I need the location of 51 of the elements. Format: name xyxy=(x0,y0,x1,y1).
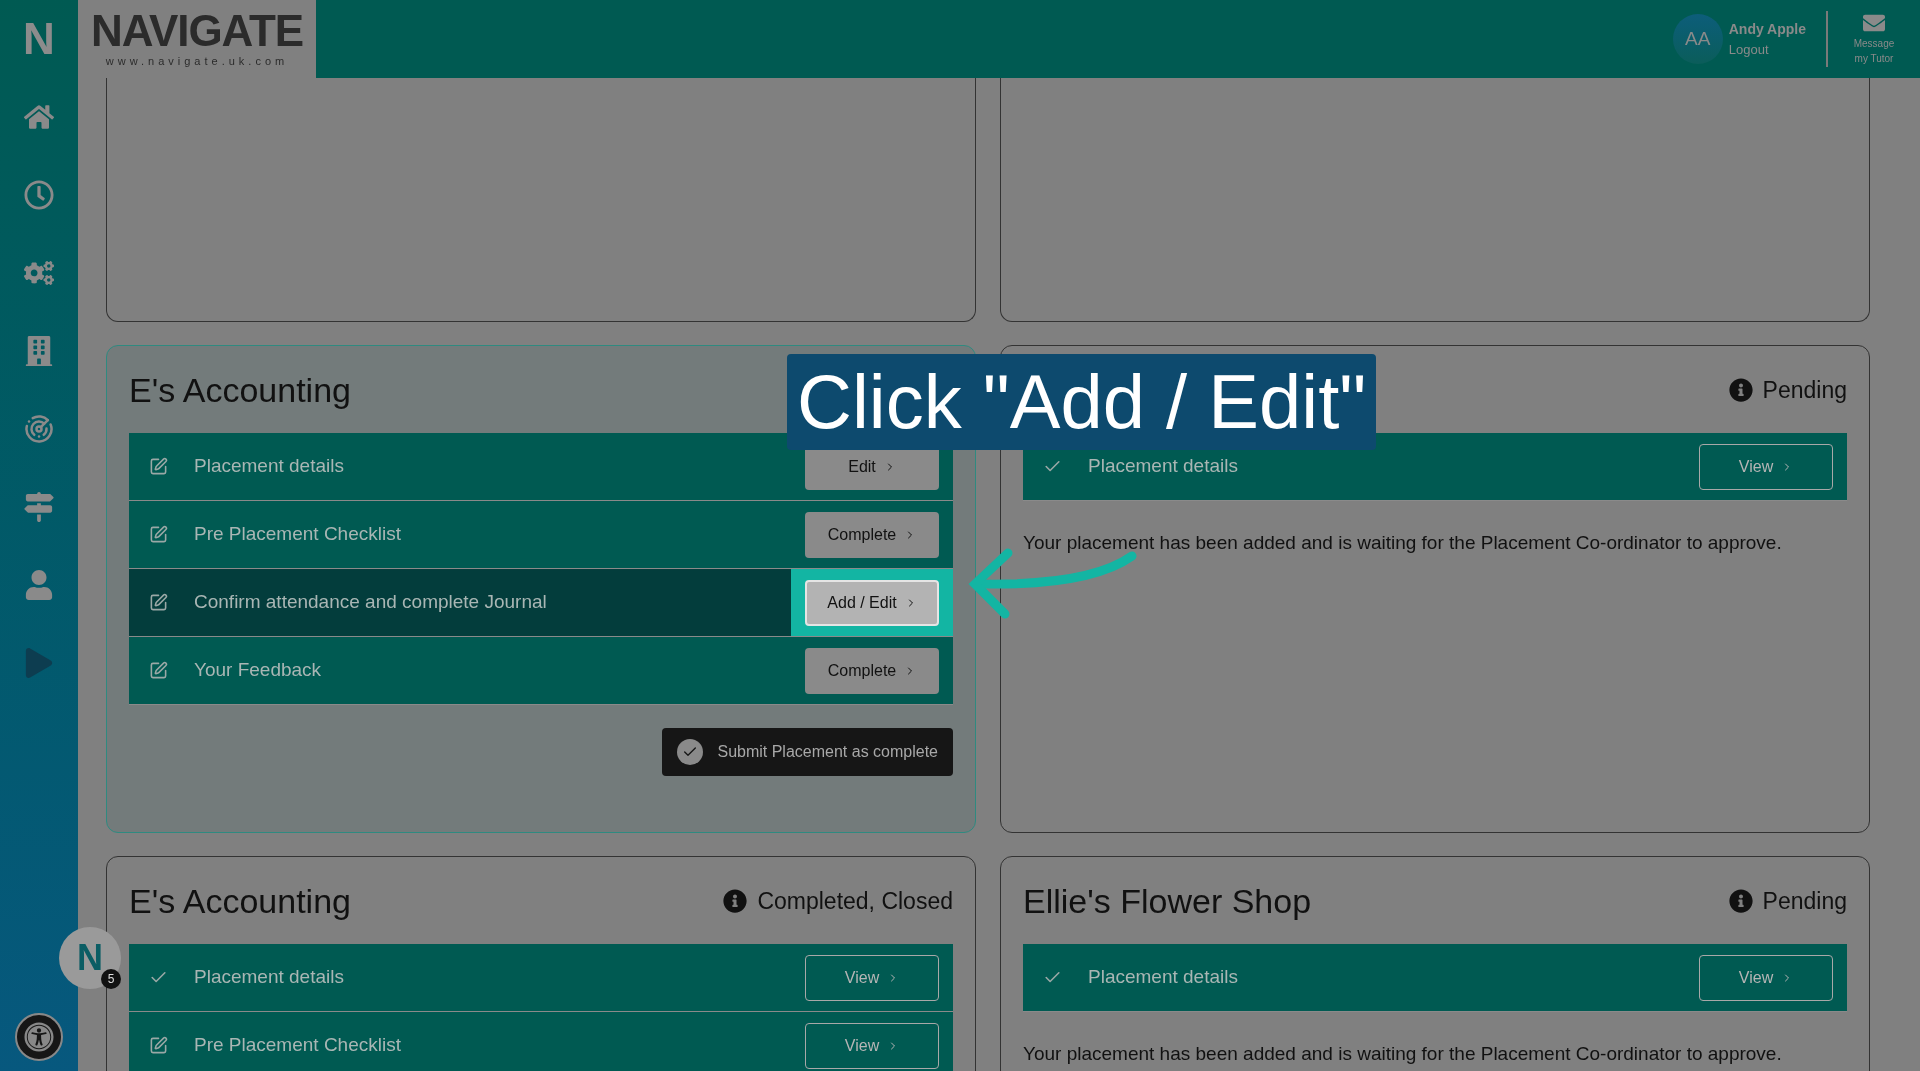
row-button[interactable]: Complete xyxy=(805,511,939,558)
edit-icon xyxy=(149,525,168,544)
row-button[interactable]: View xyxy=(805,954,939,1001)
status-label: Pending xyxy=(1762,886,1847,916)
clock-icon[interactable] xyxy=(24,180,54,210)
gears-icon[interactable] xyxy=(24,258,54,288)
status-label: Pending xyxy=(1762,375,1847,405)
row-label: Pre Placement Checklist xyxy=(194,522,401,547)
row-label: Pre Placement Checklist xyxy=(194,1033,401,1058)
submit-button[interactable]: Submit Placement as complete xyxy=(662,728,953,776)
row-button[interactable]: View xyxy=(1699,443,1833,490)
edit-icon xyxy=(149,457,168,476)
accessibility-icon xyxy=(24,1022,54,1052)
message-tutor-button[interactable]: Message my Tutor xyxy=(1828,12,1920,66)
row-label: Placement details xyxy=(194,965,344,990)
tutorial-tooltip: Click "Add / Edit" xyxy=(787,354,1377,450)
row-label: Placement details xyxy=(194,454,344,479)
row-button[interactable]: View xyxy=(1699,954,1833,1001)
row-label: Placement details xyxy=(1088,454,1238,479)
user-icon[interactable] xyxy=(24,570,54,600)
card-title: E's Accounting xyxy=(129,880,351,922)
navigate-logo[interactable]: NAVIGATE www.navigate.uk.com xyxy=(78,0,316,78)
play-icon[interactable] xyxy=(24,648,54,678)
status-message: Your placement has been added and is waiting for the Placement Co-ordinator to approve. xyxy=(1023,531,1783,555)
edit-icon xyxy=(149,661,168,680)
status-label: Completed, Closed xyxy=(757,886,953,916)
info-icon xyxy=(1728,378,1753,402)
app-logo[interactable]: N xyxy=(23,6,55,72)
info-icon xyxy=(723,889,748,913)
card-title: Ellie's Flower Shop xyxy=(1023,880,1312,922)
radar-icon[interactable] xyxy=(24,414,54,444)
info-icon xyxy=(1728,889,1753,913)
building-icon[interactable] xyxy=(24,336,54,366)
row-label: Confirm attendance and complete Journal xyxy=(194,590,547,615)
card-title: E's Accounting xyxy=(129,369,351,411)
accessibility-button[interactable] xyxy=(15,1013,63,1061)
row-button[interactable]: Add / Edit xyxy=(805,579,939,626)
home-icon[interactable] xyxy=(24,102,54,132)
logout-link[interactable]: Logout xyxy=(1728,39,1806,60)
edit-icon xyxy=(149,1036,168,1055)
user-avatar[interactable]: AA xyxy=(1672,14,1723,64)
edit-icon xyxy=(149,593,168,612)
row-button[interactable]: View xyxy=(805,1022,939,1069)
row-label: Your Feedback xyxy=(194,658,322,683)
notification-badge: 5 xyxy=(101,969,121,989)
signpost-icon[interactable] xyxy=(24,492,54,522)
row-button[interactable]: Complete xyxy=(805,647,939,694)
user-name: Andy Apple xyxy=(1728,19,1806,39)
row-label: Placement details xyxy=(1088,965,1238,990)
envelope-icon xyxy=(1861,12,1887,34)
status-message: Your placement has been added and is waiting for the Placement Co-ordinator to approve. xyxy=(1023,1042,1783,1066)
